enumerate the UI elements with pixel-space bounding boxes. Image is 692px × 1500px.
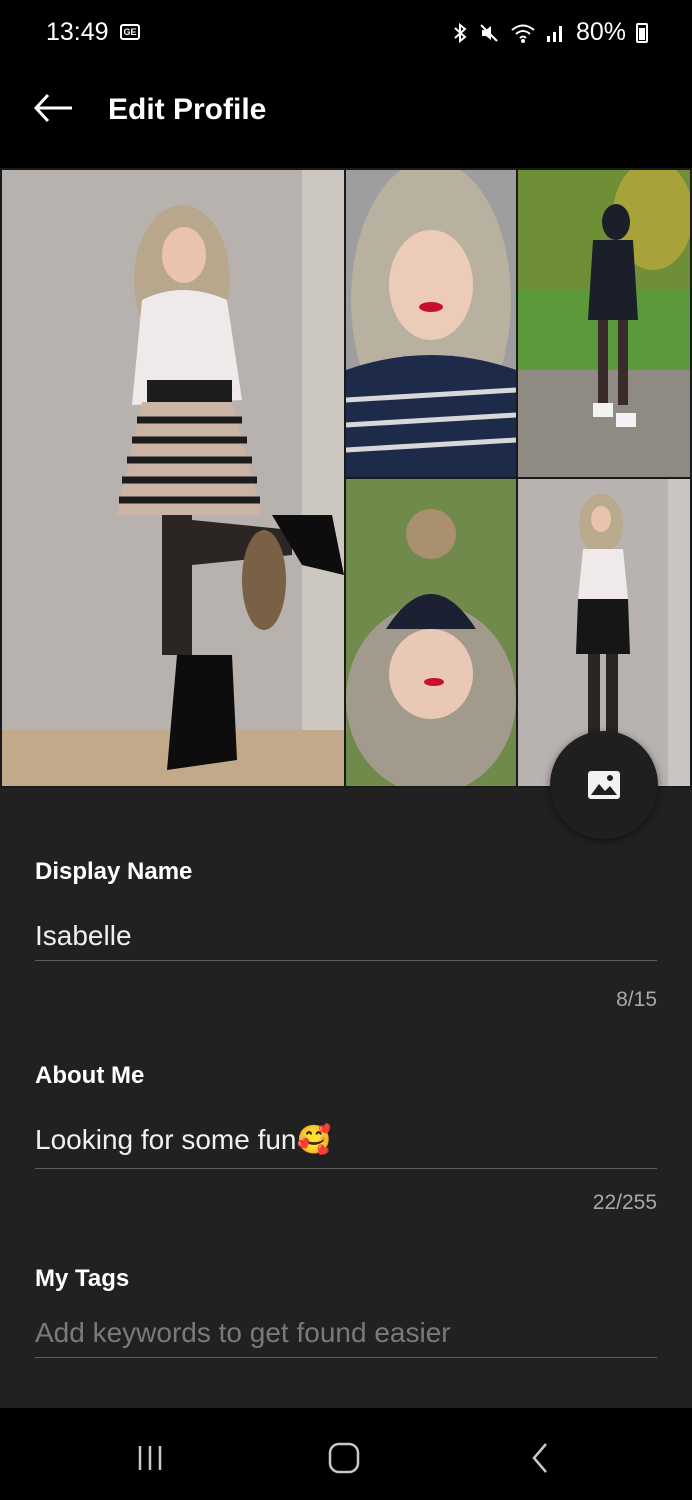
smiling-face-hearts-icon: 🥰	[296, 1123, 332, 1156]
nav-back-button[interactable]	[510, 1438, 570, 1478]
my-tags-input[interactable]	[35, 1317, 657, 1358]
photo-4-image	[346, 479, 516, 786]
my-tags-label: My Tags	[35, 1265, 130, 1292]
recent-apps-button[interactable]	[120, 1438, 180, 1478]
photo-main-image	[2, 170, 344, 786]
display-name-label: Display Name	[35, 858, 193, 885]
add-photo-button[interactable]	[550, 731, 658, 839]
display-name-input[interactable]	[35, 920, 657, 961]
status-bar: 13:49 GE 80%	[0, 0, 692, 66]
mute-icon	[480, 23, 498, 42]
profile-photo-3[interactable]	[518, 170, 690, 477]
back-icon	[532, 1443, 547, 1473]
ge-badge-icon: GE	[120, 24, 140, 40]
battery-percent: 80%	[575, 18, 626, 46]
about-me-label: About Me	[35, 1062, 145, 1089]
profile-photo-main[interactable]	[2, 170, 344, 786]
photo-grid	[0, 168, 692, 788]
page-title: Edit Profile	[108, 93, 267, 126]
photo-2-image	[346, 170, 516, 477]
status-time: 13:49	[46, 18, 109, 46]
about-me-input[interactable]: Looking for some fun🥰	[35, 1123, 331, 1156]
about-me-underline	[35, 1168, 657, 1169]
back-button[interactable]	[30, 86, 80, 130]
profile-photo-2[interactable]	[346, 170, 516, 477]
wifi-icon	[511, 24, 535, 43]
battery-icon	[636, 22, 648, 43]
home-button[interactable]	[314, 1438, 374, 1478]
signal-icon	[546, 25, 562, 42]
status-icons: 80%	[452, 18, 648, 47]
arrow-left-icon	[33, 93, 72, 123]
profile-photo-4[interactable]	[346, 479, 516, 786]
image-icon	[588, 771, 620, 799]
recent-apps-icon	[138, 1446, 162, 1470]
about-me-text: Looking for some fun	[35, 1124, 297, 1155]
photo-3-image	[518, 170, 690, 477]
about-me-counter: 22/255	[592, 1191, 657, 1214]
app-header: Edit Profile	[0, 66, 692, 168]
bluetooth-icon	[454, 22, 467, 43]
display-name-counter: 8/15	[616, 988, 657, 1011]
system-nav-bar	[0, 1408, 692, 1500]
home-icon	[328, 1442, 360, 1474]
